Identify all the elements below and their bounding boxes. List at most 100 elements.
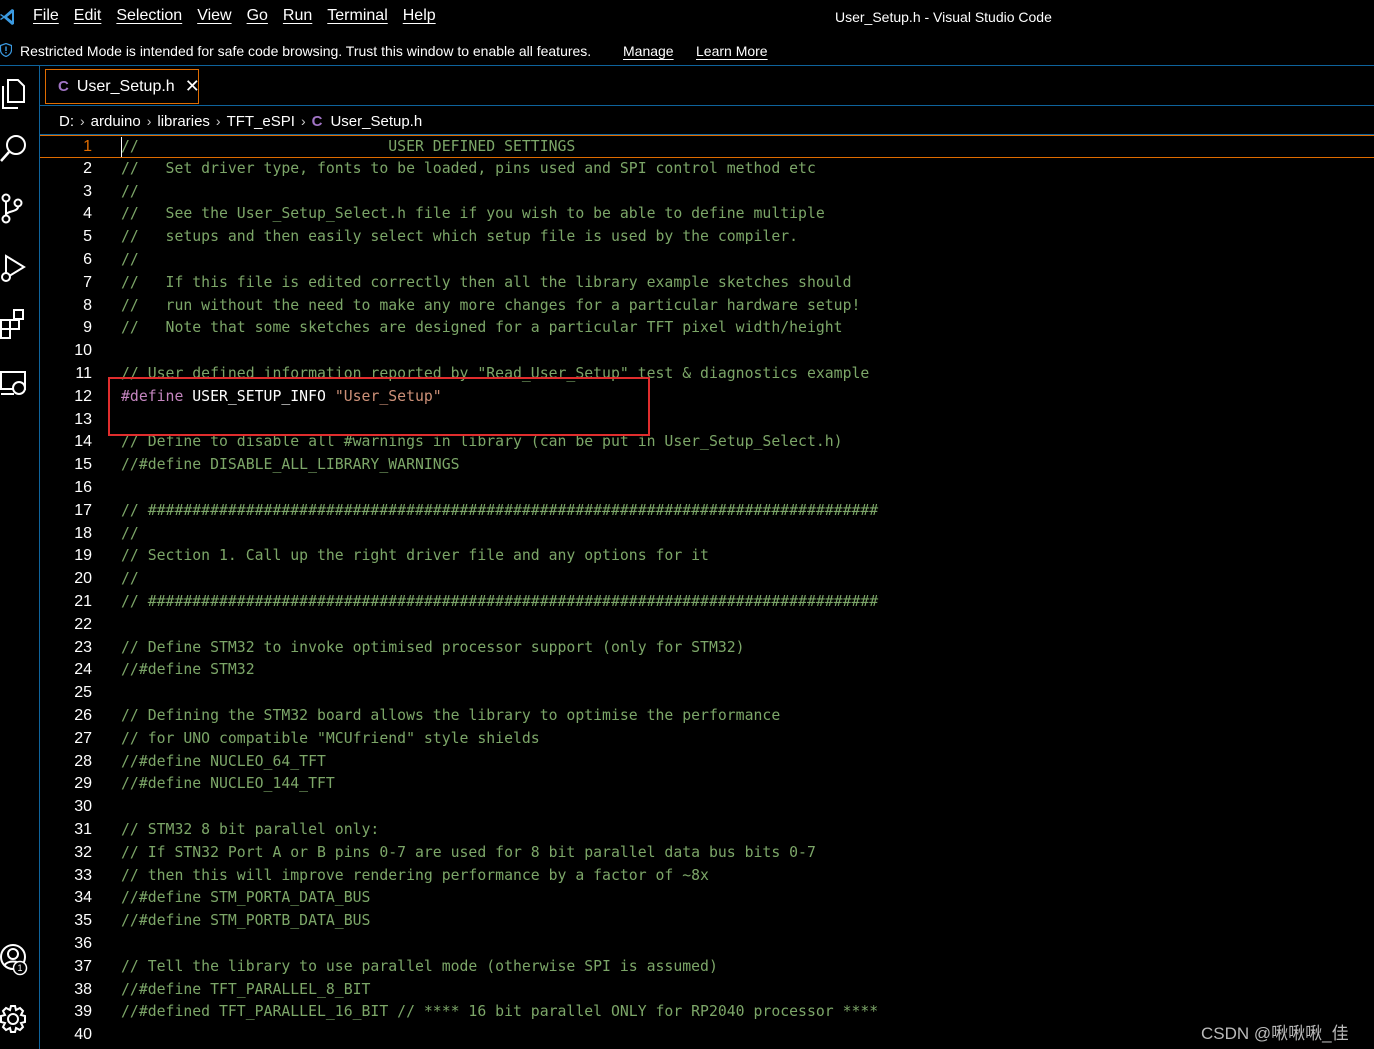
code-line[interactable]: 9 // Note that some sketches are designed…	[40, 317, 1374, 340]
line-number: 22	[74, 615, 92, 633]
search-icon[interactable]	[0, 132, 30, 166]
chevron-right-icon: ›	[300, 113, 306, 129]
menu-edit[interactable]: Edit	[74, 7, 102, 25]
code-line[interactable]: 3 //	[40, 181, 1374, 204]
code-line[interactable]: 18 //	[40, 523, 1374, 546]
line-text: //#define STM_PORTA_DATA_BUS	[121, 889, 371, 907]
explorer-icon[interactable]	[0, 76, 30, 110]
line-number: 39	[74, 1003, 92, 1021]
code-line[interactable]: 37 // Tell the library to use parallel mo…	[40, 956, 1374, 979]
code-line[interactable]: 28 //#define NUCLEO_64_TFT	[40, 751, 1374, 774]
run-debug-icon[interactable]	[0, 250, 30, 284]
manage-link[interactable]: Manage	[623, 43, 674, 59]
window-title: User_Setup.h - Visual Studio Code	[835, 9, 1052, 25]
line-text: //#define NUCLEO_64_TFT	[121, 752, 326, 770]
code-line[interactable]: 1 // USER DEFINED SETTINGS	[40, 135, 1374, 158]
menu-go[interactable]: Go	[247, 7, 268, 25]
close-icon[interactable]: ✕	[185, 76, 200, 97]
menu-file[interactable]: File	[33, 7, 59, 25]
line-number: 3	[83, 182, 92, 200]
line-number: 12	[74, 387, 92, 405]
annotation-highlight-box	[108, 377, 650, 436]
banner-message: Restricted Mode is intended for safe cod…	[20, 43, 592, 59]
code-line[interactable]: 39 //#defined TFT_PARALLEL_16_BIT // ****…	[40, 1001, 1374, 1024]
breadcrumb-libraries[interactable]: libraries	[157, 113, 210, 130]
line-number: 18	[74, 524, 92, 542]
code-line[interactable]: 24 //#define STM32	[40, 659, 1374, 682]
line-number: 13	[74, 410, 92, 428]
c-file-icon: C	[58, 78, 69, 95]
code-line[interactable]: 6 //	[40, 249, 1374, 272]
menu-selection[interactable]: Selection	[116, 7, 182, 25]
line-text: // Defining the STM32 board allows the l…	[121, 707, 781, 724]
code-line[interactable]: 2 // Set driver type, fonts to be loaded,…	[40, 158, 1374, 181]
code-line[interactable]: 19 // Section 1. Call up the right driver…	[40, 545, 1374, 568]
line-text: //#define DISABLE_ALL_LIBRARY_WARNINGS	[121, 456, 460, 474]
title-bar: File Edit Selection View Go Run Terminal…	[0, 0, 1374, 34]
line-number: 8	[83, 296, 92, 314]
line-number: 19	[74, 547, 92, 565]
line-number: 30	[74, 798, 92, 816]
tab-bar: C User_Setup.h ✕	[40, 66, 1374, 106]
line-text: //#define STM_PORTB_DATA_BUS	[121, 912, 371, 930]
code-editor[interactable]: 1 // USER DEFINED SETTINGS 2 // Set driver …	[40, 134, 1374, 1049]
tab-user-setup-h[interactable]: C User_Setup.h ✕	[45, 69, 200, 104]
menu-run[interactable]: Run	[283, 7, 312, 25]
line-number: 7	[83, 273, 92, 291]
line-text: // If this file is edited correctly then…	[121, 273, 852, 291]
code-line[interactable]: 25	[40, 682, 1374, 705]
code-line[interactable]: 27 // for UNO compatible "MCUfriend" styl…	[40, 728, 1374, 751]
breadcrumb-file[interactable]: User_Setup.h	[330, 113, 422, 130]
line-number: 32	[74, 843, 92, 861]
breadcrumb-drive[interactable]: D:	[59, 113, 74, 130]
line-number: 14	[74, 433, 92, 451]
line-number: 33	[74, 866, 92, 884]
code-line[interactable]: 8 // run without the need to make any mor…	[40, 295, 1374, 318]
line-text: // setups and then easily select which s…	[121, 228, 799, 246]
settings-gear-icon[interactable]	[0, 1002, 30, 1036]
breadcrumb-tft-espi[interactable]: TFT_eSPI	[227, 113, 295, 130]
menu-help[interactable]: Help	[403, 7, 436, 25]
line-text: // Set driver type, fonts to be loaded, …	[121, 159, 816, 177]
activity-bar: 1	[0, 66, 40, 1049]
learn-more-link[interactable]: Learn More	[696, 43, 768, 59]
breadcrumb-arduino[interactable]: arduino	[91, 113, 141, 130]
code-line[interactable]: 29 //#define NUCLEO_144_TFT	[40, 773, 1374, 796]
extensions-icon[interactable]	[0, 308, 30, 342]
code-line[interactable]: 33 // then this will improve rendering pe…	[40, 865, 1374, 888]
code-line[interactable]: 30	[40, 796, 1374, 819]
code-line[interactable]: 38 //#define TFT_PARALLEL_8_BIT	[40, 979, 1374, 1002]
line-number: 26	[74, 707, 92, 724]
watermark: CSDN @啾啾啾_佳	[1201, 1024, 1349, 1043]
source-control-icon[interactable]	[0, 192, 30, 226]
code-line[interactable]: 40	[40, 1024, 1374, 1047]
code-line[interactable]: 10	[40, 340, 1374, 363]
accounts-badge: 1	[17, 963, 22, 973]
menu-view[interactable]: View	[197, 7, 231, 25]
code-line[interactable]: 32 // If STN32 Port A or B pins 0-7 are u…	[40, 842, 1374, 865]
code-line[interactable]: 26 // Defining the STM32 board allows the…	[40, 705, 1374, 728]
code-line[interactable]: 17 // ###################################…	[40, 500, 1374, 523]
remote-explorer-icon[interactable]	[0, 366, 30, 400]
code-line[interactable]: 20 //	[40, 568, 1374, 591]
code-line[interactable]: 35 //#define STM_PORTB_DATA_BUS	[40, 910, 1374, 933]
code-line[interactable]: 22	[40, 614, 1374, 637]
code-line[interactable]: 36	[40, 933, 1374, 956]
code-line[interactable]: 7 // If this file is edited correctly the…	[40, 272, 1374, 295]
code-line[interactable]: 34 //#define STM_PORTA_DATA_BUS	[40, 887, 1374, 910]
accounts-icon[interactable]: 1	[0, 942, 30, 976]
line-number: 15	[74, 456, 92, 474]
code-line[interactable]: 21 // ###################################…	[40, 591, 1374, 614]
menu-terminal[interactable]: Terminal	[327, 7, 387, 25]
code-line[interactable]: 4 // See the User_Setup_Select.h file if …	[40, 203, 1374, 226]
code-line[interactable]: 23 // Define STM32 to invoke optimised pr…	[40, 637, 1374, 660]
code-line[interactable]: 16	[40, 477, 1374, 500]
line-number: 16	[74, 479, 92, 496]
code-line[interactable]: 31 // STM32 8 bit parallel only:	[40, 819, 1374, 842]
code-line[interactable]: 5 // setups and then easily select which …	[40, 226, 1374, 249]
code-line[interactable]: 15 //#define DISABLE_ALL_LIBRARY_WARNINGS	[40, 454, 1374, 477]
line-number: 9	[83, 319, 92, 337]
line-text: //#define TFT_PARALLEL_8_BIT	[121, 980, 371, 998]
line-text: // If STN32 Port A or B pins 0-7 are use…	[121, 843, 816, 861]
menu-bar: File Edit Selection View Go Run Terminal…	[33, 7, 451, 25]
